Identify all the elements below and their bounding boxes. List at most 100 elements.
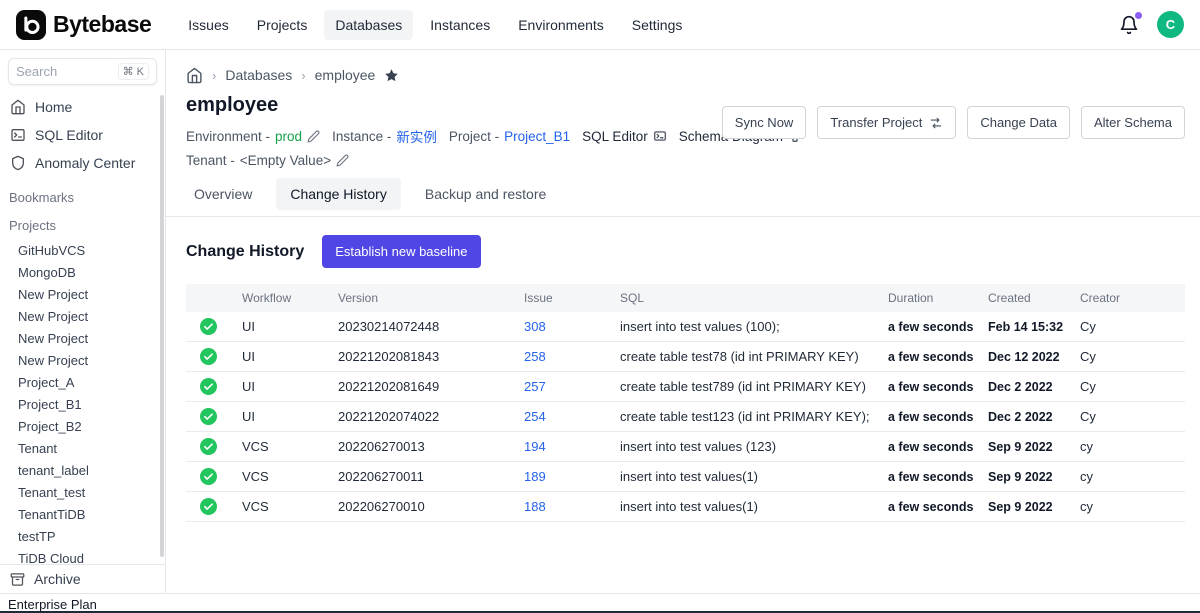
column-header: Creator — [1080, 284, 1185, 312]
sidebar-project-item[interactable]: Project_B2 — [0, 415, 165, 437]
creator-cell: Cy — [1080, 372, 1185, 402]
issue-link[interactable]: 254 — [524, 409, 546, 424]
avatar[interactable]: C — [1157, 11, 1184, 38]
duration-cell: a few seconds — [888, 372, 988, 402]
top-nav-item[interactable]: Instances — [419, 10, 501, 40]
table-row[interactable]: VCS 202206270010 188 insert into test va… — [186, 492, 1185, 522]
issue-link[interactable]: 257 — [524, 379, 546, 394]
status-cell — [186, 402, 242, 432]
sidebar-item-archive[interactable]: Archive — [0, 564, 165, 593]
sidebar-project-item[interactable]: Project_A — [0, 371, 165, 393]
workflow-cell: UI — [242, 372, 338, 402]
sidebar-project-item[interactable]: GitHubVCS — [0, 239, 165, 261]
bytebase-logo[interactable]: Bytebase — [16, 10, 151, 40]
table-row[interactable]: UI 20221202074022 254 create table test1… — [186, 402, 1185, 432]
creator-cell: Cy — [1080, 342, 1185, 372]
tab[interactable]: Overview — [180, 178, 266, 210]
issue-link[interactable]: 189 — [524, 469, 546, 484]
created-cell: Sep 9 2022 — [988, 432, 1080, 462]
status-cell — [186, 432, 242, 462]
table-row[interactable]: UI 20221202081649 257 create table test7… — [186, 372, 1185, 402]
top-nav-item[interactable]: Environments — [507, 10, 615, 40]
sql-cell: insert into test values(1) — [620, 462, 888, 492]
top-nav-item[interactable]: Projects — [246, 10, 319, 40]
breadcrumb-databases[interactable]: Databases — [225, 67, 292, 83]
bookmarks-section-label: Bookmarks — [0, 190, 165, 205]
issue-link[interactable]: 194 — [524, 439, 546, 454]
sidebar-project-item[interactable]: TenantTiDB — [0, 503, 165, 525]
success-check-icon — [200, 348, 217, 365]
sidebar-project-item[interactable]: New Project — [0, 305, 165, 327]
sidebar-project-item[interactable]: New Project — [0, 283, 165, 305]
edit-tenant-icon[interactable] — [336, 154, 349, 167]
tenant-meta: Tenant - <Empty Value> — [186, 153, 349, 168]
project-link[interactable]: Project_B1 — [504, 129, 570, 144]
top-nav-item[interactable]: Issues — [177, 10, 239, 40]
version-cell: 202206270011 — [338, 462, 524, 492]
sql-editor-shortcut[interactable]: SQL Editor — [582, 129, 667, 144]
sidebar-project-item[interactable]: New Project — [0, 327, 165, 349]
success-check-icon — [200, 498, 217, 515]
brand-name: Bytebase — [53, 11, 151, 38]
sidebar-project-item[interactable]: tenant_label — [0, 459, 165, 481]
sidebar-item-anomaly-center[interactable]: Anomaly Center — [0, 149, 165, 177]
change-data-button[interactable]: Change Data — [967, 106, 1070, 139]
success-check-icon — [200, 468, 217, 485]
sidebar-project-item[interactable]: MongoDB — [0, 261, 165, 283]
workflow-cell: UI — [242, 402, 338, 432]
archive-icon — [10, 572, 25, 587]
duration-cell: a few seconds — [888, 462, 988, 492]
issue-link[interactable]: 308 — [524, 319, 546, 334]
breadcrumb-separator: › — [301, 68, 305, 83]
sidebar-project-item[interactable]: Tenant — [0, 437, 165, 459]
sql-cell: create table test789 (id int PRIMARY KEY… — [620, 372, 888, 402]
establish-baseline-button[interactable]: Establish new baseline — [322, 235, 480, 268]
success-check-icon — [200, 438, 217, 455]
alter-schema-button[interactable]: Alter Schema — [1081, 106, 1185, 139]
issue-cell: 189 — [524, 462, 620, 492]
creator-cell: cy — [1080, 492, 1185, 522]
version-cell: 202206270010 — [338, 492, 524, 522]
notifications-bell-icon[interactable] — [1119, 15, 1139, 35]
section-title: Change History — [186, 243, 304, 261]
sql-cell: create table test123 (id int PRIMARY KEY… — [620, 402, 888, 432]
issue-link[interactable]: 258 — [524, 349, 546, 364]
sidebar-project-item[interactable]: testTP — [0, 525, 165, 547]
tab[interactable]: Backup and restore — [411, 178, 560, 210]
top-nav-item[interactable]: Settings — [621, 10, 694, 40]
table-row[interactable]: VCS 202206270013 194 insert into test va… — [186, 432, 1185, 462]
sidebar-project-item[interactable]: Project_B1 — [0, 393, 165, 415]
sidebar-item-home[interactable]: Home — [0, 93, 165, 121]
column-header: Created — [988, 284, 1080, 312]
status-cell — [186, 342, 242, 372]
table-row[interactable]: VCS 202206270011 189 insert into test va… — [186, 462, 1185, 492]
instance-link[interactable]: 新实例 — [396, 126, 437, 146]
bookmark-star-icon[interactable] — [384, 68, 399, 83]
change-history-section: Change History Establish new baseline Wo… — [166, 217, 1200, 522]
edit-environment-icon[interactable] — [307, 130, 320, 143]
search-input[interactable] — [16, 64, 112, 79]
sidebar-project-item[interactable]: TiDB Cloud — [0, 547, 165, 564]
sync-now-button[interactable]: Sync Now — [722, 106, 807, 139]
table-row[interactable]: UI 20221202081843 258 create table test7… — [186, 342, 1185, 372]
database-meta-row-2: Tenant - <Empty Value> — [166, 153, 1200, 168]
top-nav-item[interactable]: Databases — [324, 10, 413, 40]
status-cell — [186, 462, 242, 492]
sidebar-item-sql-editor[interactable]: SQL Editor — [0, 121, 165, 149]
sidebar-project-item[interactable]: Tenant_test — [0, 481, 165, 503]
issue-cell: 258 — [524, 342, 620, 372]
transfer-project-button[interactable]: Transfer Project — [817, 106, 956, 139]
version-cell: 20221202074022 — [338, 402, 524, 432]
issue-link[interactable]: 188 — [524, 499, 546, 514]
environment-link[interactable]: prod — [275, 129, 302, 144]
search-box[interactable]: ⌘ K — [8, 58, 157, 85]
project-meta: Project - Project_B1 — [449, 129, 570, 144]
breadcrumb-current: employee — [315, 67, 376, 83]
breadcrumb-home-icon[interactable] — [186, 67, 203, 84]
tab[interactable]: Change History — [276, 178, 401, 210]
success-check-icon — [200, 378, 217, 395]
table-row[interactable]: UI 20230214072448 308 insert into test v… — [186, 312, 1185, 342]
sidebar-scrollbar[interactable] — [160, 95, 164, 557]
sidebar: ⌘ K Home SQL Editor Anomaly Center — [0, 50, 166, 593]
sidebar-project-item[interactable]: New Project — [0, 349, 165, 371]
